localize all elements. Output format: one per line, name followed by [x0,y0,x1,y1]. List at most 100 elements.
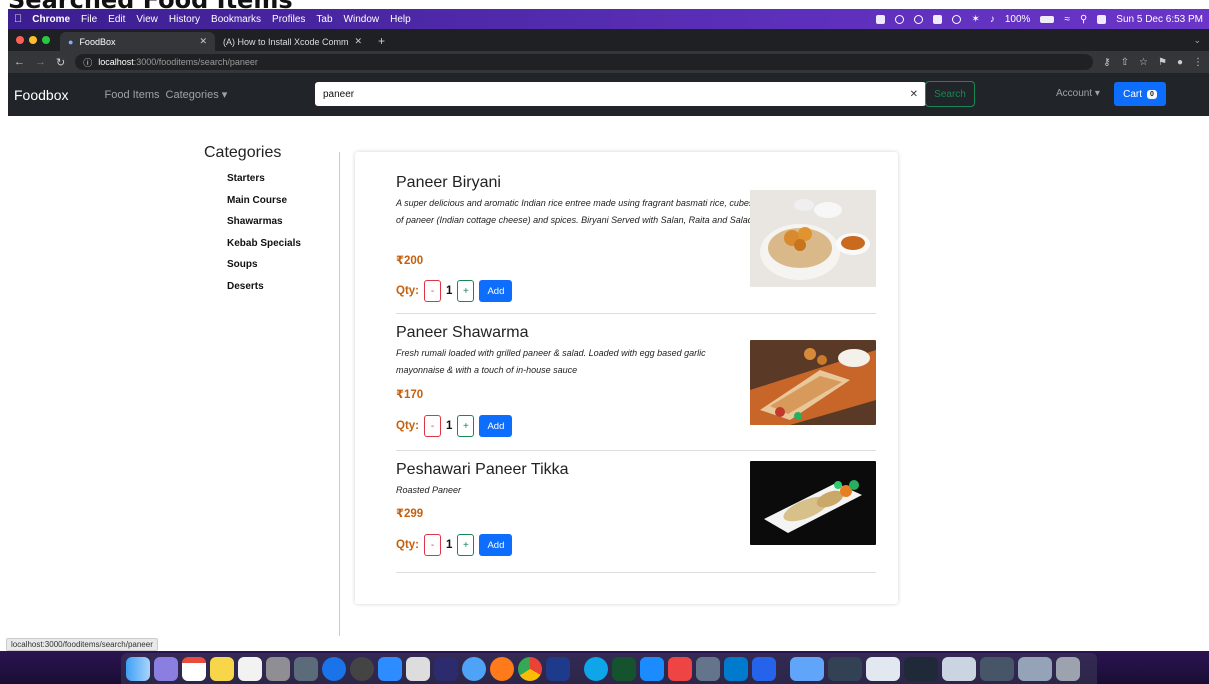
app-icon[interactable] [350,656,374,681]
maximize-window-icon[interactable] [42,36,50,44]
search-button[interactable]: Search [925,81,975,107]
sidebar-divider [339,152,340,636]
window-thumbnail[interactable] [980,656,1014,681]
battery-icon[interactable] [1040,15,1055,23]
status-record-icon[interactable] [952,14,962,24]
app-store-icon[interactable] [640,656,664,681]
apple-icon[interactable]:  [14,13,22,25]
menu-bookmarks[interactable]: Bookmarks [211,14,261,25]
clear-search-icon[interactable]: ✕ [910,89,918,100]
quantity-control: Qty: - 1 + Add [396,415,513,437]
info-icon[interactable]: ⓘ [83,56,92,69]
app-icon[interactable] [668,656,692,681]
category-starters[interactable]: Starters [227,173,301,195]
category-kebab-specials[interactable]: Kebab Specials [227,238,301,260]
add-to-cart-button[interactable]: Add [479,280,513,302]
nav-categories-dropdown[interactable]: Categories ▾ [166,88,228,101]
spotlight-icon[interactable]: ⚲ [1080,14,1087,25]
forward-icon[interactable]: → [35,56,46,68]
add-to-cart-button[interactable]: Add [479,534,513,556]
qty-increase-button[interactable]: + [457,415,475,437]
close-tab-icon[interactable]: ✕ [354,36,362,47]
window-thumbnail[interactable] [1018,656,1052,681]
brand-logo[interactable]: Foodbox [14,87,68,103]
status-globe-icon[interactable] [895,14,905,24]
menubar-datetime[interactable]: Sun 5 Dec 6:53 PM [1116,14,1203,25]
notes-icon[interactable] [210,656,234,681]
wifi-icon[interactable]: ≈ [1064,14,1070,25]
more-menu-icon[interactable]: ⋮ [1193,57,1203,68]
qty-decrease-button[interactable]: - [424,415,441,437]
close-tab-icon[interactable]: ✕ [199,36,207,47]
app-icon[interactable] [696,656,720,681]
menu-tab[interactable]: Tab [316,14,332,25]
menu-help[interactable]: Help [390,14,411,25]
vscode-icon[interactable] [724,656,748,681]
cart-button[interactable]: Cart 0 [1114,82,1166,106]
menu-profiles[interactable]: Profiles [272,14,305,25]
qty-increase-button[interactable]: + [457,534,475,556]
minimize-window-icon[interactable] [29,36,37,44]
calendar-icon[interactable] [182,656,206,681]
add-to-cart-button[interactable]: Add [479,415,513,437]
back-icon[interactable]: ← [14,56,25,68]
chrome-icon[interactable] [518,656,542,681]
account-dropdown[interactable]: Account ▾ [1056,88,1100,99]
firefox-icon[interactable] [490,656,514,681]
status-dropbox-icon[interactable] [933,14,943,24]
app-icon[interactable] [378,656,402,681]
url-path: :3000/fooditems/search/paneer [133,57,258,67]
window-thumbnail[interactable] [866,656,900,681]
menu-window[interactable]: Window [344,14,380,25]
window-thumbnail[interactable] [828,656,862,681]
new-tab-icon[interactable]: + [370,34,393,51]
key-icon[interactable]: ⚷ [1103,57,1110,68]
folder-icon[interactable] [790,656,824,681]
close-window-icon[interactable] [16,36,24,44]
safari-icon[interactable] [462,656,486,681]
category-main-course[interactable]: Main Course [227,195,301,217]
tab-youtube[interactable]: (A) How to Install Xcode Comman ✕ [215,32,370,51]
volume-icon[interactable]: ♪ [990,14,995,25]
reload-icon[interactable]: ↻ [56,56,65,69]
app-icon[interactable] [584,656,608,681]
menu-history[interactable]: History [169,14,200,25]
app-icon[interactable] [546,656,570,681]
control-center-icon[interactable] [1097,14,1107,24]
app-icon[interactable] [434,656,458,681]
menu-edit[interactable]: Edit [108,14,125,25]
app-icon[interactable] [752,656,776,681]
search-input[interactable] [323,88,910,100]
qty-decrease-button[interactable]: - [424,534,441,556]
category-shawarmas[interactable]: Shawarmas [227,216,301,238]
extensions-icon[interactable]: ⚑ [1158,57,1167,68]
editor-icon[interactable] [294,656,318,681]
qty-decrease-button[interactable]: - [424,280,441,302]
category-deserts[interactable]: Deserts [227,281,301,303]
window-thumbnail[interactable] [904,656,938,681]
share-icon[interactable]: ⇧ [1121,57,1129,68]
menu-app-name[interactable]: Chrome [32,14,70,25]
tab-search-chevron-icon[interactable]: ⌄ [1185,35,1209,51]
bookmark-star-icon[interactable]: ☆ [1139,57,1148,68]
launchpad-icon[interactable] [154,656,178,681]
profile-icon[interactable]: ● [1177,57,1183,68]
app-icon[interactable] [406,656,430,681]
finder-icon[interactable] [126,656,150,681]
app-icon[interactable] [322,656,346,681]
app-icon[interactable] [612,656,636,681]
category-soups[interactable]: Soups [227,259,301,281]
settings-icon[interactable] [266,656,290,681]
nav-food-items[interactable]: Food Items [104,89,159,101]
window-thumbnail[interactable] [942,656,976,681]
bluetooth-icon[interactable]: ✶ [971,14,979,25]
trash-icon[interactable] [1056,656,1080,681]
tab-foodbox[interactable]: ● FoodBox ✕ [60,32,215,51]
status-sync-icon[interactable] [914,14,924,24]
menu-view[interactable]: View [136,14,158,25]
reminders-icon[interactable] [238,656,262,681]
qty-increase-button[interactable]: + [457,280,475,302]
address-bar[interactable]: ⓘ localhost:3000/fooditems/search/paneer [75,54,1094,70]
menu-file[interactable]: File [81,14,97,25]
status-app-icon[interactable] [876,14,886,24]
